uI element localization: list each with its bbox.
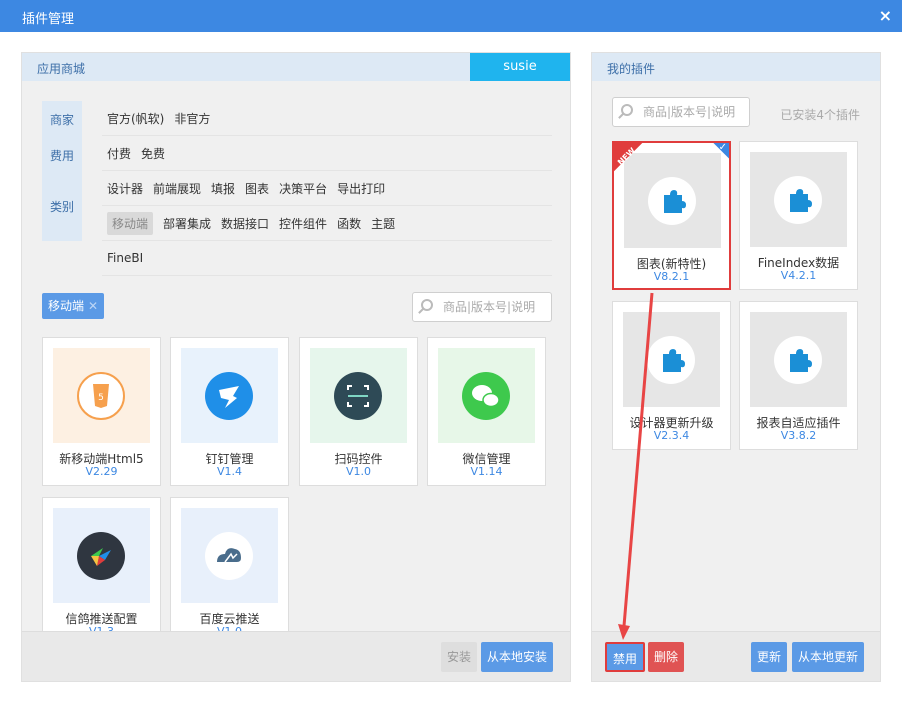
plugin-thumbnail xyxy=(310,348,407,443)
filter-option[interactable]: 控件组件 xyxy=(279,215,327,232)
plugin-thumbnail xyxy=(750,152,847,247)
filter-option[interactable]: 填报 xyxy=(211,180,235,197)
chip-remove-icon[interactable]: ✕ xyxy=(88,299,98,313)
plugin-card[interactable]: 报表自适应插件 V3.8.2 xyxy=(739,301,858,450)
plugin-card[interactable]: 信鸽推送配置 V1.3 xyxy=(42,497,161,633)
plugin-version: V3.8.2 xyxy=(780,429,817,442)
store-search-placeholder: 商品|版本号|说明 xyxy=(443,300,536,314)
my-search-input[interactable]: 商品|版本号|说明 xyxy=(612,97,750,127)
plugin-thumbnail xyxy=(181,508,278,603)
filter-option-active[interactable]: 移动端 xyxy=(107,211,154,235)
window-title: 插件管理 xyxy=(22,12,75,27)
dingtalk-icon xyxy=(205,372,253,420)
plugin-card[interactable]: 扫码控件 V1.0 xyxy=(299,337,418,486)
filter-option[interactable]: 导出打印 xyxy=(337,180,385,197)
plugin-card-selected[interactable]: NEW ✓ 图表(新特性) V8.2.1 xyxy=(612,141,731,290)
installed-count: 已安装4个插件 xyxy=(780,108,860,122)
filter-option[interactable]: 部署集成 xyxy=(163,215,211,232)
plugin-card[interactable]: 钉钉管理 V1.4 xyxy=(170,337,289,486)
filter-option[interactable]: 主题 xyxy=(371,215,395,232)
my-search-placeholder: 商品|版本号|说明 xyxy=(643,105,736,119)
filter-label-vendor: 商家 xyxy=(49,113,74,127)
store-header: 应用商城 susie xyxy=(22,53,570,81)
html5-icon: 5 xyxy=(77,372,125,420)
store-footer: 安装 从本地安装 xyxy=(22,631,570,681)
search-icon xyxy=(621,104,633,116)
active-filter-chip: 移动端 ✕ xyxy=(42,293,105,319)
plugin-version: V2.29 xyxy=(85,465,118,478)
store-plugin-grid: 5 新移动端Html5 V2.29 钉钉管理 V1.4 扫码控件 V1.0 微信… xyxy=(42,337,552,633)
filter-row-fee: 付费 免费 xyxy=(102,136,552,171)
baidu-cloud-icon xyxy=(205,532,253,580)
update-local-button[interactable]: 从本地更新 xyxy=(792,642,865,672)
svg-text:5: 5 xyxy=(98,393,104,403)
plugin-version: V1.4 xyxy=(216,465,243,478)
plugin-version: V8.2.1 xyxy=(653,270,690,283)
plugin-version: V4.2.1 xyxy=(780,269,817,282)
window-titlebar: 插件管理 × xyxy=(0,0,902,32)
xinge-icon xyxy=(77,532,125,580)
store-search-input[interactable]: 商品|版本号|说明 xyxy=(412,292,552,322)
close-icon[interactable]: × xyxy=(879,6,892,25)
wechat-icon xyxy=(462,372,510,420)
plugin-card[interactable]: FineIndex数据 V4.2.1 xyxy=(739,141,858,290)
filter-row-category-3: FineBI xyxy=(102,241,552,276)
user-tab[interactable]: susie xyxy=(470,53,570,81)
plugin-version: V2.3.4 xyxy=(653,429,690,442)
delete-button[interactable]: 删除 xyxy=(648,642,685,672)
filter-labels: 商家 费用 类别 xyxy=(42,101,82,241)
my-plugins-panel: 我的插件 商品|版本号|说明 已安装4个插件 NEW ✓ 图表(新特性) V8.… xyxy=(591,52,881,682)
puzzle-icon xyxy=(648,177,696,225)
chip-label: 移动端 xyxy=(48,299,85,313)
filter-row-category-1: 设计器 前端展现 填报 图表 决策平台 导出打印 xyxy=(102,171,552,206)
filter-option[interactable]: 数据接口 xyxy=(221,215,269,232)
plugin-thumbnail xyxy=(623,312,720,407)
plugin-card[interactable]: 5 新移动端Html5 V2.29 xyxy=(42,337,161,486)
plugin-thumbnail: 5 xyxy=(53,348,150,443)
filter-row-vendor: 官方(帆软) 非官方 xyxy=(102,101,552,136)
search-icon xyxy=(421,299,433,311)
install-button[interactable]: 安装 xyxy=(441,642,478,672)
disable-button[interactable]: 禁用 xyxy=(605,642,646,672)
store-title: 应用商城 xyxy=(37,62,86,76)
filter-option[interactable]: 免费 xyxy=(141,145,165,162)
my-plugins-footer: 禁用 删除 更新 从本地更新 xyxy=(592,631,880,681)
plugin-card[interactable]: 微信管理 V1.14 xyxy=(427,337,546,486)
filter-label-category: 类别 xyxy=(49,200,74,214)
filter-option[interactable]: 前端展现 xyxy=(153,180,201,197)
checkmark-icon: ✓ xyxy=(707,143,729,165)
filter-row-category-2: 移动端 部署集成 数据接口 控件组件 函数 主题 xyxy=(102,206,552,241)
install-local-button[interactable]: 从本地安装 xyxy=(481,642,554,672)
plugin-thumbnail xyxy=(750,312,847,407)
scan-icon xyxy=(334,372,382,420)
new-badge-label: NEW xyxy=(615,145,638,168)
store-panel: 应用商城 susie 商家 费用 类别 官方(帆软) 非官方 付费 免费 设计器… xyxy=(21,52,571,682)
plugin-card[interactable]: 设计器更新升级 V2.3.4 xyxy=(612,301,731,450)
plugin-thumbnail xyxy=(438,348,535,443)
plugin-thumbnail xyxy=(53,508,150,603)
filter-label-fee: 费用 xyxy=(49,149,74,163)
update-button[interactable]: 更新 xyxy=(751,642,788,672)
filter-options: 官方(帆软) 非官方 付费 免费 设计器 前端展现 填报 图表 决策平台 导出打… xyxy=(102,101,552,276)
puzzle-icon xyxy=(647,336,695,384)
filter-option[interactable]: 付费 xyxy=(107,145,131,162)
filter-option[interactable]: 官方(帆软) xyxy=(107,110,164,127)
filter-option[interactable]: 决策平台 xyxy=(279,180,327,197)
new-badge: NEW xyxy=(614,143,654,183)
puzzle-icon xyxy=(774,336,822,384)
plugin-version: V1.14 xyxy=(470,465,503,478)
my-plugins-title: 我的插件 xyxy=(607,62,656,76)
filter-option[interactable]: 函数 xyxy=(337,215,361,232)
filter-option[interactable]: 图表 xyxy=(245,180,269,197)
plugin-card[interactable]: 百度云推送 V1.0 xyxy=(170,497,289,633)
filter-option[interactable]: 非官方 xyxy=(174,110,210,127)
plugin-thumbnail xyxy=(181,348,278,443)
puzzle-icon xyxy=(774,176,822,224)
filter-option[interactable]: 设计器 xyxy=(107,180,143,197)
plugin-version: V1.0 xyxy=(345,465,372,478)
filter-option[interactable]: FineBI xyxy=(107,251,143,265)
my-plugins-header: 我的插件 xyxy=(592,53,880,81)
